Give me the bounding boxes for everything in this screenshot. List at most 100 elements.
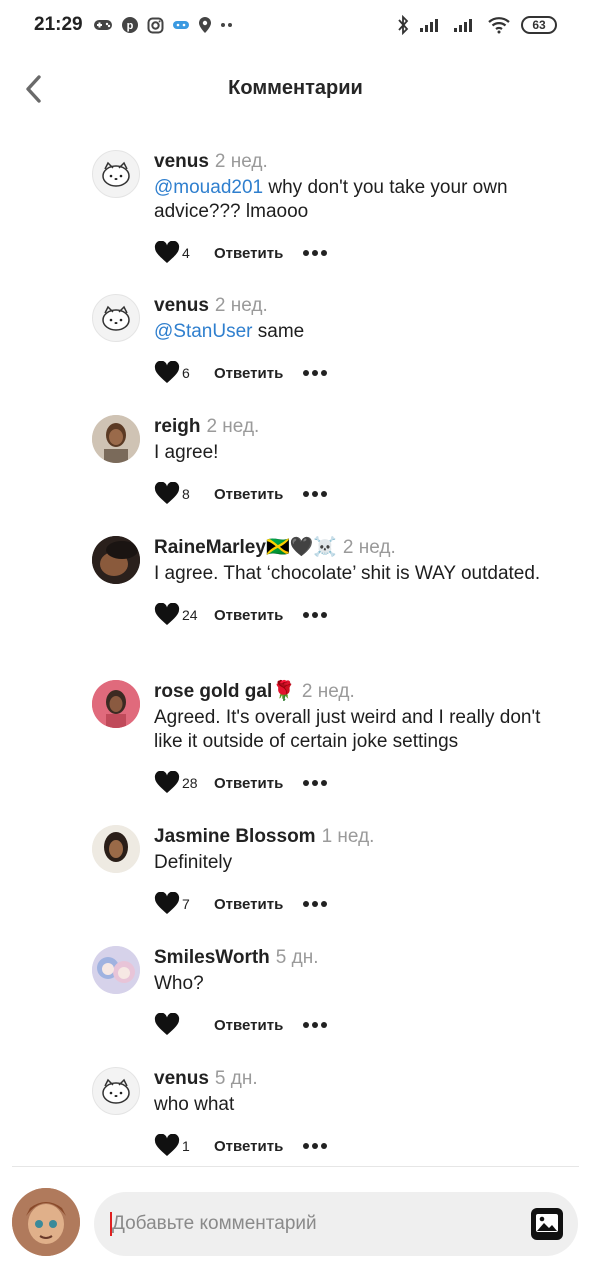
heart-icon	[154, 1134, 180, 1156]
image-icon[interactable]	[530, 1207, 564, 1241]
comment-time: 5 дн.	[214, 1068, 258, 1089]
comment-item: venus 2 нед. @mouad201 why don't you take…	[0, 148, 591, 268]
like-count: 4	[182, 245, 190, 261]
signal-icon-2	[454, 19, 472, 32]
comment-time: 1 нед.	[321, 826, 375, 847]
heart-icon	[154, 482, 180, 504]
comment-item: venus 5 дн. who what 1 Ответить	[0, 1065, 591, 1161]
comment-text: @StanUser same	[154, 320, 561, 344]
like-count: 1	[182, 1138, 190, 1154]
mention-link[interactable]: @StanUser	[154, 321, 253, 342]
reply-button[interactable]: Ответить	[214, 1138, 283, 1155]
more-dots-icon[interactable]	[303, 901, 328, 907]
reply-button[interactable]: Ответить	[214, 365, 283, 382]
comment-actions: 8 Ответить	[154, 479, 561, 509]
comment-text: I agree. That ‘chocolate’ shit is WAY ou…	[154, 562, 561, 586]
comment-time: 2 нед.	[301, 681, 355, 702]
comment-item: Jasmine Blossom 1 нед. Definitely 7 Ответ…	[0, 823, 591, 919]
comment-actions: Ответить	[154, 1010, 561, 1040]
avatar[interactable]	[92, 946, 140, 994]
like-button[interactable]: 4	[154, 241, 202, 265]
username[interactable]: SmilesWorth	[154, 947, 270, 968]
avatar[interactable]	[92, 825, 140, 873]
controller-icon	[172, 21, 189, 29]
comment-actions: 6 Ответить	[154, 358, 561, 388]
reply-button[interactable]: Ответить	[214, 607, 283, 624]
comment-message: same	[252, 321, 305, 342]
comment-text: @mouad201 why don't you take your own ad…	[154, 176, 561, 224]
comment-text: Who?	[154, 972, 561, 996]
comment-actions: 24 Ответить	[154, 600, 561, 630]
mention-link[interactable]: @mouad201	[154, 177, 263, 198]
my-avatar	[12, 1188, 80, 1256]
more-dots-icon[interactable]	[303, 1143, 328, 1149]
comment-text: I agree!	[154, 441, 561, 465]
heart-icon	[154, 603, 180, 625]
username[interactable]: venus	[154, 295, 209, 316]
comment-item: venus 2 нед. @StanUser same 6 Ответить	[0, 292, 591, 388]
username[interactable]: venus	[154, 1068, 209, 1089]
comment-time: 5 дн.	[275, 947, 319, 968]
reply-button[interactable]: Ответить	[214, 775, 283, 792]
status-time: 21:29	[34, 14, 83, 35]
like-button[interactable]	[154, 1013, 202, 1037]
bluetooth-icon	[398, 15, 409, 35]
comment-time: 2 нед.	[206, 416, 260, 437]
avatar[interactable]	[92, 294, 140, 342]
status-bar: 21:29 p 63	[0, 0, 591, 50]
comment-time: 2 нед.	[342, 537, 396, 558]
reply-button[interactable]: Ответить	[214, 245, 283, 262]
comment-input[interactable]: Добавьте комментарий	[94, 1192, 578, 1256]
avatar[interactable]	[92, 415, 140, 463]
status-notification-icons: p	[93, 16, 234, 34]
chevron-left-icon	[26, 75, 41, 103]
heart-icon	[154, 1013, 180, 1035]
like-count: 6	[182, 365, 190, 381]
like-button[interactable]: 8	[154, 482, 202, 506]
more-dots-icon[interactable]	[303, 780, 328, 786]
signal-icon	[420, 19, 438, 32]
reply-button[interactable]: Ответить	[214, 1017, 283, 1034]
location-icon	[198, 17, 211, 33]
avatar[interactable]	[92, 536, 140, 584]
more-dots-icon[interactable]	[303, 370, 328, 376]
composer-divider	[12, 1166, 579, 1167]
like-button[interactable]: 24	[154, 603, 202, 627]
comment-message: who what	[154, 1094, 235, 1115]
more-dots-icon[interactable]	[303, 250, 328, 256]
comment-message: I agree. That ‘chocolate’ shit is WAY ou…	[154, 563, 541, 584]
username[interactable]: RaineMarley🇯🇲🖤☠️	[154, 537, 337, 558]
username[interactable]: Jasmine Blossom	[154, 826, 316, 847]
username[interactable]: reigh	[154, 416, 200, 437]
comment-message: Who?	[154, 973, 204, 994]
comment-placeholder: Добавьте комментарий	[112, 1213, 317, 1234]
like-button[interactable]: 6	[154, 361, 202, 385]
avatar[interactable]	[92, 1067, 140, 1115]
heart-icon	[154, 892, 180, 914]
avatar[interactable]	[92, 680, 140, 728]
like-button[interactable]: 28	[154, 771, 202, 795]
more-dots-icon[interactable]	[303, 612, 328, 618]
heart-icon	[154, 361, 180, 383]
header: Комментарии	[0, 58, 591, 118]
heart-icon	[154, 241, 180, 263]
heart-icon	[154, 771, 180, 793]
more-dots-icon[interactable]	[303, 1022, 328, 1028]
username[interactable]: rose gold gal🌹	[154, 681, 296, 702]
comment-actions: 28 Ответить	[154, 768, 561, 798]
like-button[interactable]: 7	[154, 892, 202, 916]
more-notifications-icon	[220, 23, 232, 27]
svg-text:p: p	[126, 20, 133, 32]
username[interactable]: venus	[154, 151, 209, 172]
more-dots-icon[interactable]	[303, 491, 328, 497]
comment-time: 2 нед.	[214, 295, 268, 316]
avatar[interactable]	[92, 150, 140, 198]
like-button[interactable]: 1	[154, 1134, 202, 1158]
page-title: Комментарии	[228, 76, 363, 99]
comment-text: Definitely	[154, 851, 561, 875]
reply-button[interactable]: Ответить	[214, 896, 283, 913]
reply-button[interactable]: Ответить	[214, 486, 283, 503]
like-count: 8	[182, 486, 190, 502]
back-button[interactable]	[16, 72, 50, 106]
like-count: 28	[182, 775, 198, 791]
